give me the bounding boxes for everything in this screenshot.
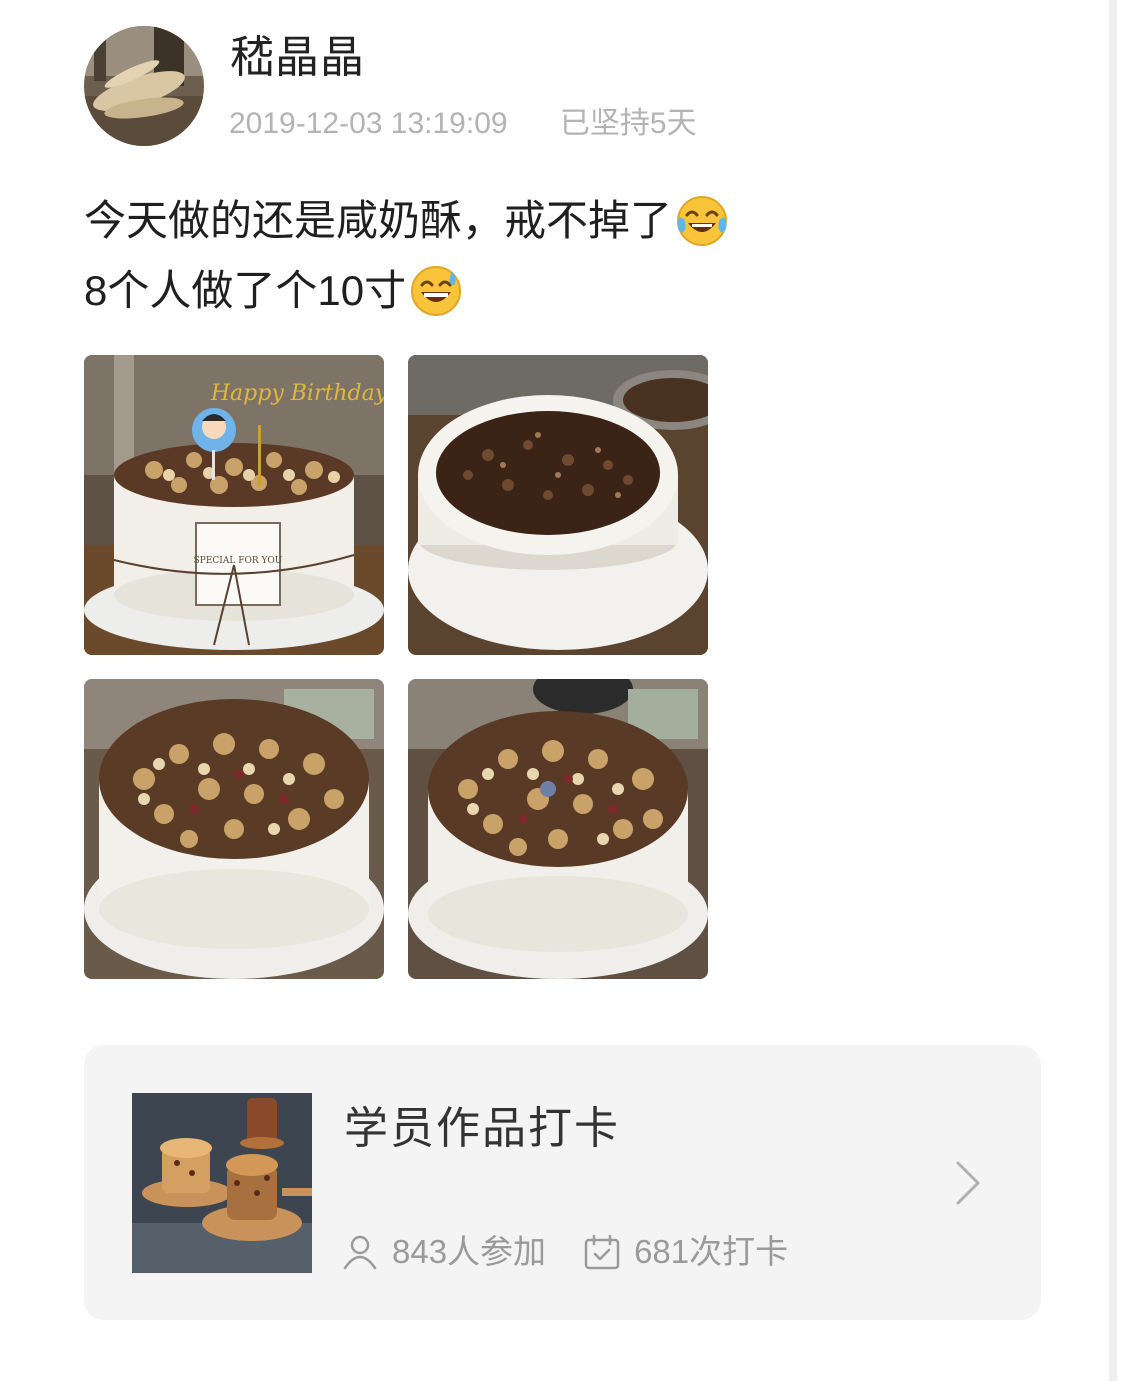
cake-photo-nuts-1[interactable] <box>84 679 384 979</box>
post-timestamp: 2019-12-03 13:19:09 <box>229 107 508 140</box>
activity-card[interactable]: 学员作品打卡 843人参加 681次打卡 <box>84 1045 1041 1320</box>
calendar-check-icon <box>584 1234 620 1270</box>
author-avatar[interactable] <box>84 26 204 146</box>
person-icon <box>343 1235 377 1270</box>
cake-photo-birthday[interactable]: SPECIAL FOR YOU Happy Birthday <box>84 355 384 655</box>
cake-label-text: SPECIAL FOR YOU <box>194 556 283 566</box>
cake-photo-chocolate[interactable] <box>408 355 708 655</box>
author-name[interactable]: 嵇晶晶 <box>230 30 365 86</box>
participants-stat: 843人参加 <box>340 1230 546 1274</box>
post-meta: 2019-12-03 13:19:09 已坚持5天 <box>229 104 697 144</box>
cake-photo-nuts-2[interactable] <box>408 679 708 979</box>
cake-topper-text: Happy Birthday <box>210 381 384 406</box>
scrollbar-track <box>1109 0 1117 1381</box>
checkins-stat: 681次打卡 <box>582 1230 788 1274</box>
post-content: 今天做的还是咸奶酥，戒不掉了 8个人做了个10寸 <box>84 186 730 326</box>
activity-stats: 843人参加 681次打卡 <box>340 1230 788 1274</box>
activity-thumbnail <box>132 1093 312 1273</box>
participants-count: 843人参加 <box>392 1233 547 1270</box>
post-text-line-2: 8个人做了个10寸 <box>84 267 407 314</box>
activity-title: 学员作品打卡 <box>344 1104 620 1153</box>
post-detail-page: 嵇晶晶 2019-12-03 13:19:09 已坚持5天 今天做的还是咸奶酥，… <box>0 0 1125 1381</box>
streak-label: 已坚持5天 <box>559 107 697 140</box>
post-text-line-1: 今天做的还是咸奶酥，戒不掉了 <box>84 197 673 244</box>
grinning-sweat-emoji-icon <box>408 263 464 319</box>
checkins-count: 681次打卡 <box>634 1233 789 1270</box>
tears-of-joy-emoji-icon <box>674 193 730 249</box>
chevron-right-icon[interactable] <box>950 1157 986 1209</box>
